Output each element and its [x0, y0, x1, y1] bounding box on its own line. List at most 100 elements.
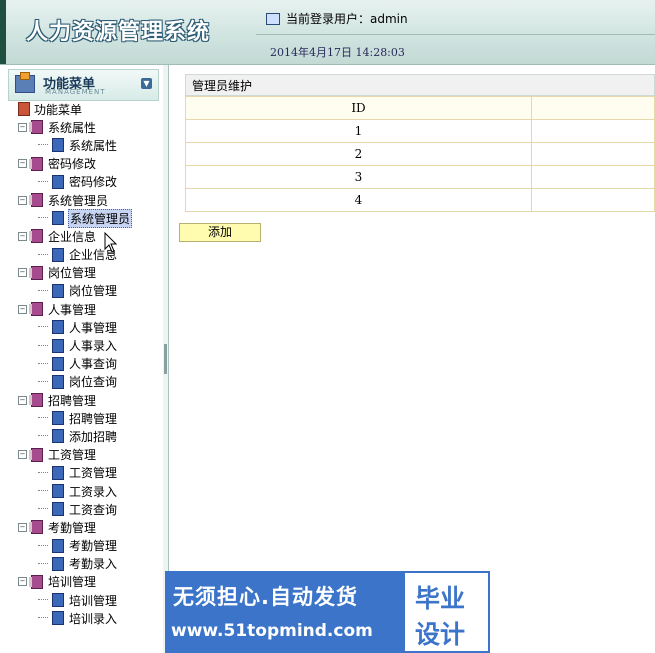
item-book-icon: [52, 611, 64, 626]
cell-actions: [531, 165, 655, 189]
tree-category[interactable]: − 人事管理: [0, 300, 163, 318]
admin-table: ID 1234: [185, 96, 655, 212]
tree-connector: [38, 617, 48, 619]
add-button[interactable]: 添加: [179, 223, 261, 242]
category-book-icon: [29, 156, 43, 171]
tree-item-label[interactable]: 工资查询: [68, 501, 118, 518]
tree-category[interactable]: − 招聘管理: [0, 391, 163, 409]
tree-item-label[interactable]: 工资管理: [68, 464, 118, 481]
tree-item-label[interactable]: 添加招聘: [68, 428, 118, 445]
collapse-toggle-icon[interactable]: −: [18, 122, 27, 132]
tree-item[interactable]: 培训管理: [0, 591, 163, 609]
item-book-icon: [52, 211, 64, 226]
tree-category-label: 岗位管理: [48, 266, 97, 281]
item-book-icon: [52, 484, 64, 499]
panel-title: 管理员维护: [185, 74, 655, 96]
collapse-toggle-icon[interactable]: −: [18, 395, 27, 405]
tree-category[interactable]: − 培训管理: [0, 573, 163, 591]
tree-item[interactable]: 人事管理: [0, 318, 163, 336]
tree-item[interactable]: 人事录入: [0, 336, 163, 354]
header-divider: [256, 34, 655, 35]
tree-category-label: 工资管理: [48, 448, 97, 463]
tree-item[interactable]: 系统属性: [0, 136, 163, 154]
cell-id: 3: [185, 165, 532, 189]
tree-item[interactable]: 企业信息: [0, 246, 163, 264]
table-header-row: ID: [185, 96, 655, 120]
tree-connector: [38, 289, 48, 292]
tree-connector: [38, 508, 48, 510]
tree-item[interactable]: 岗位管理: [0, 282, 163, 300]
tree-item[interactable]: 招聘管理: [0, 409, 163, 427]
menu-tree: 功能菜单 − 系统属性 系统属性 − 密码修改 密码修改 − 系统管理员 系统管理员 − 企业信息 企业…: [0, 100, 163, 627]
collapse-toggle-icon[interactable]: −: [18, 577, 27, 587]
tree-category-label: 系统属性: [48, 120, 97, 135]
tree-item-label[interactable]: 培训录入: [68, 610, 118, 627]
collapse-toggle-icon[interactable]: −: [18, 268, 27, 278]
tree-item-label[interactable]: 培训管理: [68, 592, 118, 609]
tree-item-label[interactable]: 系统管理员: [68, 208, 133, 228]
tree-item-label[interactable]: 岗位查询: [68, 373, 118, 390]
tree-item[interactable]: 工资查询: [0, 500, 163, 518]
tree-category[interactable]: − 系统管理员: [0, 191, 163, 209]
tree-connector: [38, 144, 48, 146]
tree-connector: [38, 417, 48, 419]
tree-category[interactable]: − 密码修改: [0, 155, 163, 173]
tree-item[interactable]: 人事查询: [0, 355, 163, 373]
item-book-icon: [52, 174, 64, 189]
tree-category[interactable]: − 考勤管理: [0, 518, 163, 536]
category-book-icon: [29, 447, 43, 462]
tree-item-label[interactable]: 人事录入: [68, 337, 118, 354]
collapse-toggle-icon[interactable]: −: [18, 450, 27, 460]
collapse-menu-icon[interactable]: ▼: [141, 78, 152, 89]
tree-item-label[interactable]: 工资录入: [68, 483, 118, 500]
tree-item[interactable]: 岗位查询: [0, 373, 163, 391]
tree-item-label[interactable]: 招聘管理: [68, 410, 118, 427]
tree-item[interactable]: 工资录入: [0, 482, 163, 500]
tree-connector: [38, 562, 48, 565]
watermark-logo: 毕业 设计: [403, 571, 490, 653]
tree-item-label[interactable]: 考勤管理: [68, 537, 118, 554]
tree-item-label[interactable]: 人事管理: [68, 319, 118, 336]
collapse-toggle-icon[interactable]: −: [18, 159, 27, 169]
tree-category[interactable]: − 企业信息: [0, 227, 163, 245]
tree-item[interactable]: 工资管理: [0, 464, 163, 482]
tree-category[interactable]: − 工资管理: [0, 446, 163, 464]
sidebar: 功能菜单 MANAGEMENT ▼ 功能菜单 − 系统属性 系统属性 − 密码修改 密码修改…: [0, 65, 164, 653]
tree-category-label: 考勤管理: [48, 520, 97, 535]
cell-actions: [531, 119, 655, 143]
tree-item-label[interactable]: 系统属性: [68, 137, 118, 154]
collapse-toggle-icon[interactable]: −: [18, 522, 27, 532]
tree-item[interactable]: 考勤录入: [0, 555, 163, 573]
tree-item[interactable]: 密码修改: [0, 173, 163, 191]
category-book-icon: [29, 393, 43, 408]
category-book-icon: [29, 229, 43, 244]
tree-item-label[interactable]: 考勤录入: [68, 555, 118, 572]
collapse-toggle-icon[interactable]: −: [18, 195, 27, 205]
tree-item-label[interactable]: 人事查询: [68, 355, 118, 372]
splitter-handle[interactable]: [164, 344, 167, 374]
tree-item-label[interactable]: 密码修改: [68, 173, 118, 190]
tree-item[interactable]: 系统管理员: [0, 208, 163, 228]
category-book-icon: [29, 193, 43, 208]
tree-category[interactable]: − 系统属性: [0, 118, 163, 136]
tree-connector: [38, 490, 48, 492]
collapse-toggle-icon[interactable]: −: [18, 304, 27, 314]
tree-category[interactable]: − 岗位管理: [0, 264, 163, 282]
tree-category-label: 人事管理: [48, 302, 97, 317]
tree-connector: [38, 544, 48, 547]
column-header-actions: [531, 96, 655, 120]
collapse-toggle-icon[interactable]: −: [18, 231, 27, 241]
tree-connector: [38, 380, 48, 383]
tree-category-label: 密码修改: [48, 157, 97, 172]
tree-category-label: 招聘管理: [48, 393, 97, 408]
monitor-icon: [266, 12, 280, 25]
item-book-icon: [52, 556, 64, 571]
tree-item-label[interactable]: 岗位管理: [68, 282, 118, 299]
tree-item[interactable]: 添加招聘: [0, 427, 163, 445]
item-book-icon: [52, 502, 64, 517]
tree-root[interactable]: 功能菜单: [0, 100, 163, 118]
tree-item[interactable]: 培训录入: [0, 609, 163, 627]
tree-item[interactable]: 考勤管理: [0, 537, 163, 555]
tree-connector: [38, 253, 48, 256]
menu-header: 功能菜单 MANAGEMENT ▼: [8, 69, 159, 101]
